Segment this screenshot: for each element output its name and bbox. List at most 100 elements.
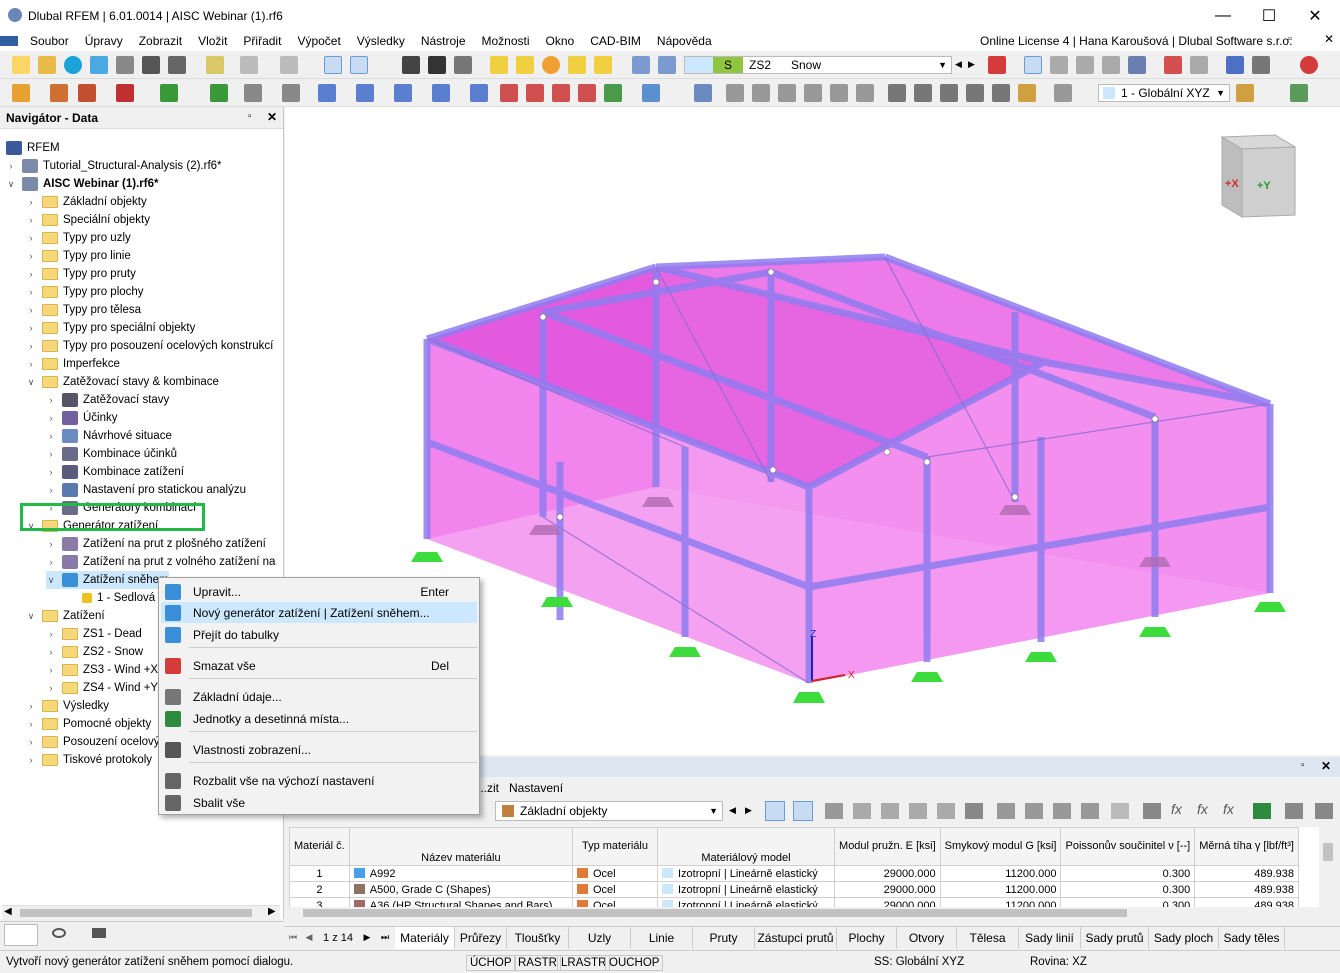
cell-e[interactable]: 29000.000 <box>834 865 941 882</box>
tree-item[interactable]: › ZS1 - Dead <box>46 625 142 643</box>
show-tool5-icon[interactable] <box>604 84 622 102</box>
cell-gamma[interactable]: 489.938 <box>1194 865 1299 882</box>
member-tool-icon[interactable] <box>490 56 508 74</box>
chevron-right-icon[interactable]: › <box>26 755 36 765</box>
menu-vlozit[interactable]: Vložit <box>190 34 235 48</box>
navigator-scrollbar[interactable]: ◀ ▶ <box>2 905 280 919</box>
filter-icon[interactable] <box>694 84 712 102</box>
tree-item[interactable]: › Typy pro speciální objekty <box>26 319 195 337</box>
results-paint-icon[interactable] <box>1164 56 1182 74</box>
tree-item[interactable]: › ZS2 - Snow <box>46 643 143 661</box>
column-view-icon[interactable] <box>1111 803 1129 819</box>
chevron-right-icon[interactable]: › <box>26 737 36 747</box>
chevron-right-icon[interactable]: › <box>26 197 36 207</box>
tree-item[interactable]: ∨ Zatěžovací stavy & kombinace <box>26 373 219 391</box>
chevron-right-icon[interactable]: › <box>26 305 36 315</box>
data-tab-icon[interactable] <box>4 924 38 946</box>
results-grid-icon[interactable] <box>1128 56 1146 74</box>
tree-item[interactable]: ∨ Zatížení sněhem <box>46 571 169 589</box>
tree-item[interactable]: › Kombinace zatížení <box>46 463 184 481</box>
tab-1[interactable]: Průřezy <box>455 926 507 949</box>
fx-remove-icon[interactable]: fx <box>1197 801 1208 817</box>
app-menu-icon[interactable] <box>0 36 18 46</box>
menu-nastroje[interactable]: Nástroje <box>413 34 474 48</box>
chevron-right-icon[interactable]: › <box>26 215 36 225</box>
prev-page-icon[interactable]: ◀ <box>301 932 317 943</box>
col-e[interactable]: Modul pružn. E [ksi] <box>834 827 941 866</box>
support-tool-icon[interactable] <box>116 84 134 102</box>
tree-item[interactable]: › Typy pro uzly <box>26 229 131 247</box>
view-cube[interactable]: +X +Y <box>1220 134 1297 218</box>
coord-edit-icon[interactable] <box>1236 84 1254 102</box>
table-row[interactable]: 3 A36 (HP Structural Shapes and Bars) Ocel… <box>289 897 1299 907</box>
cell-model[interactable]: Izotropní | Lineárně elastický <box>656 897 836 907</box>
tree-item[interactable]: › Návrhové situace <box>46 427 172 445</box>
maximize-button[interactable]: ☐ <box>1246 0 1292 31</box>
chevron-right-icon[interactable]: › <box>26 251 36 261</box>
eye-icon[interactable] <box>52 928 66 938</box>
script-icon[interactable] <box>428 56 446 74</box>
tree-item[interactable]: › Pomocné objekty <box>26 715 151 733</box>
tab-7[interactable]: Plochy <box>837 926 897 949</box>
context-item[interactable]: Jednotky a desetinná místa... <box>161 708 477 729</box>
select-tool-icon[interactable] <box>765 801 785 821</box>
view-box2-icon[interactable] <box>432 84 450 102</box>
loadcase-selector[interactable]: S ZS2 Snow ▼ <box>684 56 952 74</box>
menu-zobrazit[interactable]: Zobrazit <box>131 34 190 48</box>
table-close-icon[interactable]: ✕ <box>1321 759 1331 773</box>
results-values2-icon[interactable] <box>1076 56 1094 74</box>
render3-icon[interactable] <box>778 84 796 102</box>
context-item[interactable]: Přejít do tabulky <box>161 624 477 645</box>
cell-type[interactable]: Ocel <box>572 881 658 898</box>
delete-rows-icon[interactable] <box>965 803 983 819</box>
tab-10[interactable]: Sady linií <box>1019 926 1081 949</box>
tab-4[interactable]: Linie <box>631 926 693 949</box>
node-tool-icon[interactable] <box>160 84 178 102</box>
context-item[interactable]: Vlastnosti zobrazení... <box>161 739 477 760</box>
cell-nu[interactable]: 0.300 <box>1060 897 1196 907</box>
chevron-right-icon[interactable]: › <box>26 323 36 333</box>
table-tool9-icon[interactable] <box>1081 803 1099 819</box>
render6-icon[interactable] <box>856 84 874 102</box>
table-pin-icon[interactable]: ▫ <box>1301 760 1305 771</box>
tree-item[interactable]: › Speciální objekty <box>26 211 150 229</box>
cell-name[interactable]: A500, Grade C (Shapes) <box>348 881 574 898</box>
show-tool4-icon[interactable] <box>578 84 596 102</box>
tab-2[interactable]: Tloušťky <box>507 926 569 949</box>
prev-loadcase-icon[interactable]: ◀ <box>955 59 962 70</box>
chevron-down-icon[interactable]: ∨ <box>6 179 16 190</box>
cloud-icon[interactable] <box>64 56 82 74</box>
menu-upravy[interactable]: Úpravy <box>77 34 131 48</box>
cell-name[interactable]: A36 (HP Structural Shapes and Bars) <box>348 897 574 907</box>
lines3-icon[interactable] <box>940 84 958 102</box>
last-page-icon[interactable]: ⏭ <box>375 932 395 943</box>
cell-model[interactable]: Izotropní | Lineárně elastický <box>656 865 836 882</box>
view-cube-icon[interactable] <box>470 84 488 102</box>
table-h-scrollbar[interactable] <box>289 907 1319 919</box>
axis-y-icon[interactable] <box>244 84 262 102</box>
cell-no[interactable]: 3 <box>289 897 350 907</box>
table-tool2-icon[interactable] <box>853 803 871 819</box>
camera-icon[interactable] <box>92 928 106 938</box>
pin-icon[interactable]: ▫ <box>248 111 252 122</box>
tree-item[interactable]: › Tutorial_Structural-Analysis (2).rf6* <box>6 157 222 175</box>
panel-icon[interactable] <box>1290 84 1308 102</box>
tree-item[interactable]: › Účinky <box>46 409 118 427</box>
cell-type[interactable]: Ocel <box>572 865 658 882</box>
view-box-icon[interactable] <box>394 84 412 102</box>
filter-red-icon[interactable] <box>988 56 1006 74</box>
chevron-down-icon[interactable]: ∨ <box>26 377 36 388</box>
menu-soubor[interactable]: Soubor <box>22 34 77 48</box>
settings-table-icon[interactable] <box>1315 803 1333 819</box>
chevron-right-icon[interactable]: › <box>26 233 36 243</box>
open-file-icon[interactable] <box>38 56 56 74</box>
chevron-right-icon[interactable]: › <box>26 701 36 711</box>
chevron-right-icon[interactable]: › <box>26 359 36 369</box>
cell-e[interactable]: 29000.000 <box>834 881 941 898</box>
filter-prev-icon[interactable]: ◀ <box>729 805 736 816</box>
cell-gamma[interactable]: 489.938 <box>1194 897 1299 907</box>
console-icon[interactable] <box>402 56 420 74</box>
chevron-right-icon[interactable]: › <box>46 431 56 441</box>
menu-vypocet[interactable]: Výpočet <box>289 34 348 48</box>
table-row[interactable]: 2 A500, Grade C (Shapes) Ocel Izotropní | L… <box>289 881 1299 898</box>
